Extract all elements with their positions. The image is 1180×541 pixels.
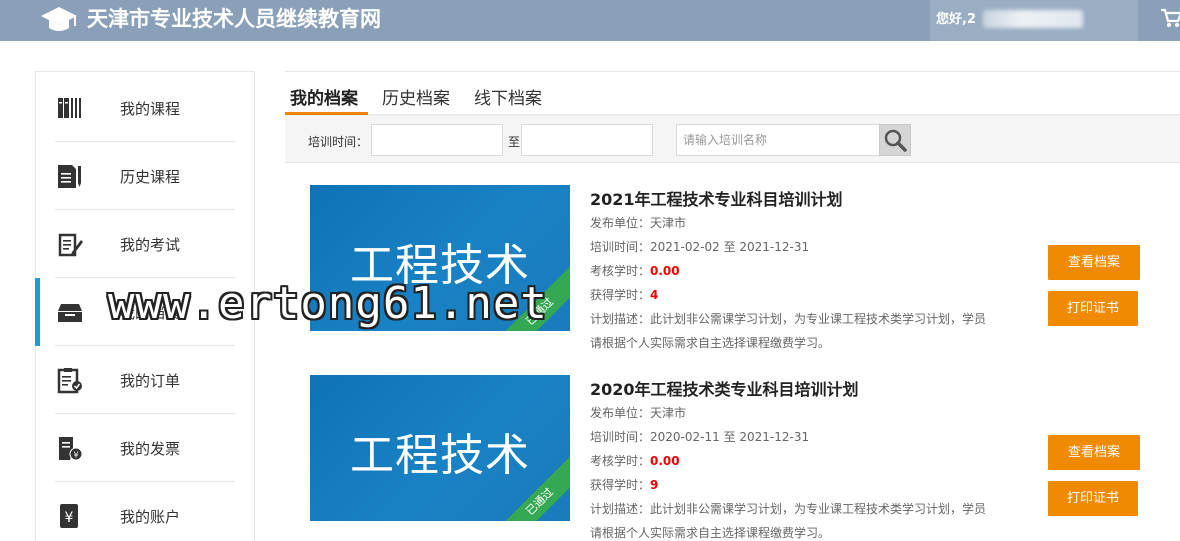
graduation-cap-icon [41,7,77,31]
assess-label: 考核学时： [590,264,651,278]
record-assess-hours: 考核学时：0.00 [590,452,680,469]
svg-text:¥: ¥ [65,510,74,526]
record-training-time: 培训时间：2021-02-02 至 2021-12-31 [590,238,809,255]
sidebar-item-label: 我的课程 [120,100,181,118]
earned-value: 4 [650,288,659,302]
document-pen-icon [58,165,81,188]
earned-value: 9 [650,478,659,492]
clipboard-check-icon [57,368,82,394]
end-date-input[interactable] [521,124,653,156]
record-publisher: 发布单位：天津市 [590,214,686,231]
print-certificate-button[interactable]: 打印证书 [1048,481,1138,516]
books-icon [58,98,81,118]
publisher-value: 天津市 [650,406,687,420]
sidebar-item-my-exams[interactable]: 我的考试 [36,210,254,278]
sidebar-item-label: 我的账户 [120,508,181,526]
exam-icon [58,233,83,257]
publisher-label: 发布单位： [590,216,651,230]
assess-label: 考核学时： [590,454,651,468]
start-date-input[interactable] [371,124,503,156]
tab-history-archive[interactable]: 历史档案 [382,84,450,109]
training-name-search-input[interactable]: 请输入培训名称 [676,124,880,156]
time-label: 培训时间： [590,240,651,254]
publisher-value: 天津市 [650,216,687,230]
record-description-line1: 计划描述：此计划非公需课学习计划，为专业课工程技术类学习计划，学员 [590,502,987,516]
sidebar-item-my-account[interactable]: ¥ 我的账户 [36,482,254,541]
time-label: 培训时间： [590,430,651,444]
record-earned-hours: 获得学时：4 [590,286,658,303]
watermark-text: www.ertong61.net [108,278,548,329]
record-title[interactable]: 2020年工程技术类专业科目培训计划 [590,376,859,400]
sidebar-item-history-courses[interactable]: 历史课程 [36,142,254,210]
sidebar-item-my-invoices[interactable]: ¥ 我的发票 [36,414,254,482]
earned-label: 获得学时： [590,288,651,302]
sidebar-item-label: 历史课程 [120,168,181,186]
sidebar-item-label: 我的订单 [120,372,181,390]
time-value: 2021-02-02 至 2021-12-31 [650,240,810,254]
thumbnail-text: 工程技术 [350,430,530,481]
invoice-icon: ¥ [59,437,83,461]
course-thumbnail[interactable]: 工程技术 已通过 [310,375,570,521]
user-greeting[interactable]: 您好,2 [936,8,976,27]
sidebar-item-my-courses[interactable]: 我的课程 [36,74,254,142]
sidebar-item-label: 我的考试 [120,236,181,254]
site-title[interactable]: 天津市专业技术人员继续教育网 [87,6,381,32]
record-assess-hours: 考核学时：0.00 [590,262,680,279]
training-time-label: 培训时间： [308,135,369,149]
assess-value: 0.00 [650,454,680,468]
record-training-time: 培训时间：2020-02-11 至 2021-12-31 [590,428,809,445]
view-archive-button[interactable]: 查看档案 [1048,435,1140,470]
print-certificate-button[interactable]: 打印证书 [1048,291,1138,326]
tab-offline-archive[interactable]: 线下档案 [474,84,542,109]
active-indicator [35,278,40,346]
view-archive-button[interactable]: 查看档案 [1048,245,1140,280]
record-earned-hours: 获得学时：9 [590,476,658,493]
assess-value: 0.00 [650,264,680,278]
record-description-line1: 计划描述：此计划非公需课学习计划，为专业课工程技术类学习计划，学员 [590,312,987,326]
record-publisher: 发布单位：天津市 [590,404,686,421]
publisher-label: 发布单位： [590,406,651,420]
sidebar-item-label: 我的发票 [120,440,181,458]
earned-label: 获得学时： [590,478,651,492]
archive-box-icon [58,304,82,322]
cart-icon[interactable] [1160,8,1180,28]
sidebar-item-my-orders[interactable]: 我的订单 [36,346,254,414]
tab-my-archive[interactable]: 我的档案 [290,84,358,109]
record-description-line2: 请根据个人实际需求自主选择课程缴费学习。 [590,336,831,350]
yen-account-icon: ¥ [60,504,78,528]
record-description-line2: 请根据个人实际需求自主选择课程缴费学习。 [590,526,831,540]
svg-text:¥: ¥ [73,451,78,460]
search-button[interactable] [879,124,911,156]
search-icon [884,129,907,152]
blurred-username [983,10,1083,28]
time-value: 2020-02-11 至 2021-12-31 [650,430,810,444]
record-title[interactable]: 2021年工程技术专业科目培训计划 [590,186,843,210]
archive-tabs: 我的档案 历史档案 线下档案 [285,71,1180,115]
date-range-separator: 至 [508,135,521,149]
